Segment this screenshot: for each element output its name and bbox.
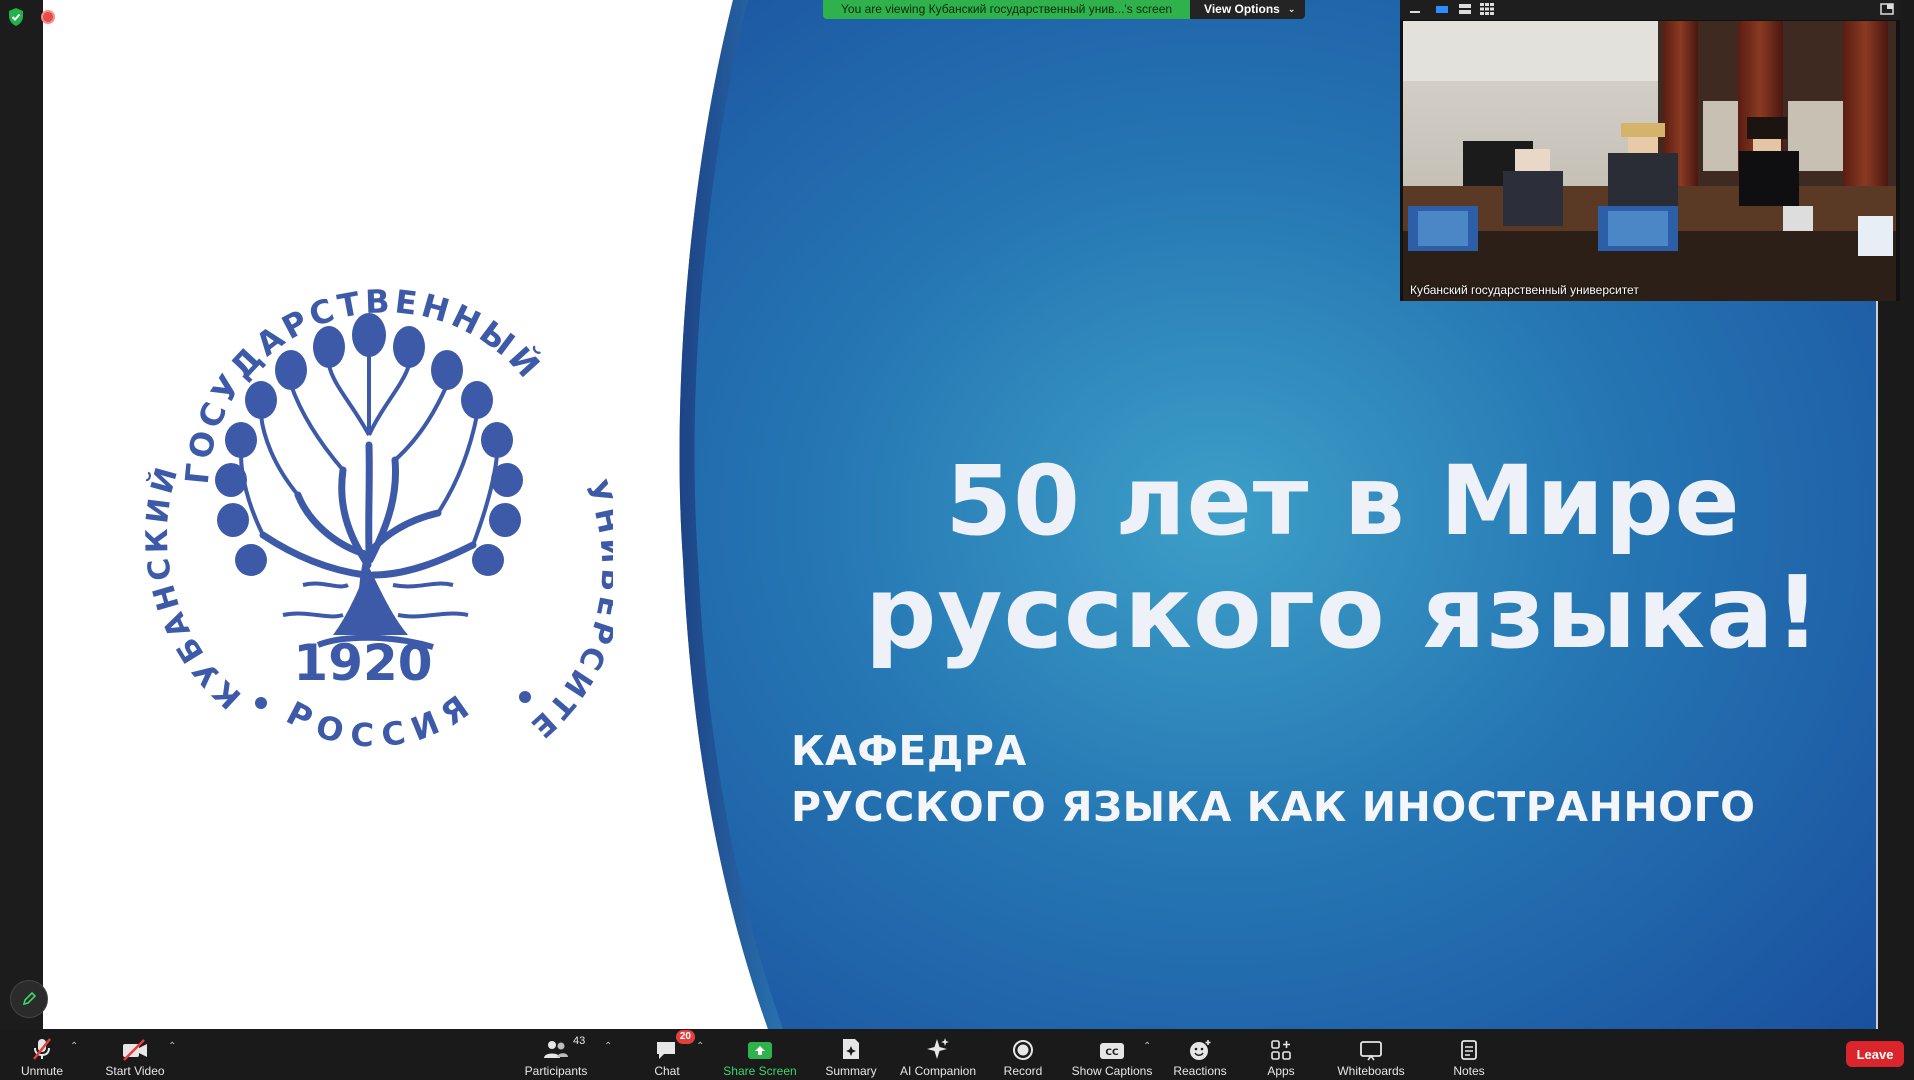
summary-button[interactable]: Summary	[819, 1029, 883, 1080]
leave-button[interactable]: Leave	[1846, 1041, 1904, 1067]
show-captions-button[interactable]: CC Show Captions	[1070, 1029, 1154, 1080]
show-captions-label: Show Captions	[1071, 1064, 1153, 1078]
summary-label: Summary	[825, 1064, 877, 1078]
slide-subtitle-line1: КАФЕДРА	[791, 727, 1027, 775]
participant-name-label: Кубанский государственный университет	[1410, 283, 1639, 297]
share-screen-label: Share Screen	[723, 1064, 797, 1078]
view-options-button[interactable]: View Options ⌄	[1190, 0, 1306, 19]
speaker-view-icon[interactable]	[1435, 3, 1449, 15]
notes-icon	[1461, 1040, 1477, 1060]
apps-label: Apps	[1267, 1064, 1295, 1078]
whiteboards-button[interactable]: Whiteboards	[1331, 1029, 1411, 1080]
start-video-button[interactable]: Start Video	[100, 1029, 170, 1080]
microphone-muted-icon	[33, 1038, 51, 1060]
ai-companion-label: AI Companion	[899, 1064, 977, 1078]
captions-caret-icon[interactable]: ⌃	[1143, 1041, 1151, 1052]
start-video-label: Start Video	[105, 1064, 165, 1078]
participants-icon	[544, 1041, 568, 1058]
left-side-strip	[0, 0, 43, 1029]
unmute-label: Unmute	[20, 1064, 64, 1078]
reactions-button[interactable]: Reactions	[1170, 1029, 1230, 1080]
security-shield-icon[interactable]	[8, 8, 24, 26]
slide-subtitle-line2: РУССКОГО ЯЗЫКА КАК ИНОСТРАННОГО	[791, 783, 1756, 831]
reactions-smiley-icon	[1190, 1040, 1211, 1060]
ai-sparkle-icon	[927, 1038, 949, 1059]
logo-bottom-text: РОССИЯ	[280, 683, 484, 755]
chat-unread-badge: 20	[675, 1030, 695, 1044]
meeting-toolbar: Unmute ⌃ Start Video ⌃ 43 Participants ⌃…	[0, 1029, 1914, 1080]
strip-view-icon[interactable]	[1458, 3, 1472, 15]
exit-panel-icon[interactable]	[1880, 3, 1894, 15]
participants-label: Participants	[524, 1064, 588, 1078]
annotate-pencil-button[interactable]	[10, 980, 48, 1018]
participants-caret-icon[interactable]: ⌃	[604, 1041, 612, 1052]
record-label: Record	[1003, 1064, 1043, 1078]
notes-button[interactable]: Notes	[1450, 1029, 1488, 1080]
leave-label: Leave	[1856, 1046, 1894, 1062]
audio-options-caret-icon[interactable]: ⌃	[70, 1041, 78, 1052]
chevron-down-icon: ⌄	[1287, 4, 1296, 14]
apps-button[interactable]: Apps	[1264, 1029, 1298, 1080]
whiteboard-icon	[1360, 1041, 1382, 1061]
slide-title-line1: 50 лет в Мире	[945, 445, 1741, 557]
reactions-label: Reactions	[1173, 1064, 1227, 1078]
share-screen-icon	[748, 1042, 772, 1059]
video-panel: Кубанский государственный университет	[1400, 0, 1900, 301]
record-icon	[1013, 1040, 1033, 1060]
participants-button[interactable]: 43 Participants	[523, 1029, 589, 1080]
participant-video-tile[interactable]: Кубанский государственный университет	[1403, 21, 1896, 301]
slide-subtitle: КАФЕДРА РУССКОГО ЯЗЫКА КАК ИНОСТРАННОГО	[791, 723, 1755, 835]
apps-grid-icon	[1271, 1040, 1291, 1060]
record-button[interactable]: Record	[1001, 1029, 1045, 1080]
university-logo: ГОСУДАРСТВЕННЫЙ УНИВЕРСИТЕТ КУБАНСКИЙ РО…	[121, 258, 626, 765]
video-camera-off-icon	[123, 1039, 147, 1061]
whiteboards-label: Whiteboards	[1337, 1064, 1405, 1078]
zoom-meeting-window: ГОСУДАРСТВЕННЫЙ УНИВЕРСИТЕТ КУБАНСКИЙ РО…	[0, 0, 1914, 1080]
slide-title: 50 лет в Мире русского языка!	[743, 445, 1878, 669]
logo-left-text: КУБАНСКИЙ	[140, 460, 248, 715]
closed-captions-icon: CC	[1100, 1043, 1124, 1059]
participants-count: 43	[573, 1035, 586, 1047]
chat-bubble-icon	[657, 1042, 675, 1059]
recording-indicator-icon	[41, 10, 55, 24]
video-feed-image	[1403, 21, 1896, 301]
unmute-button[interactable]: Unmute	[14, 1029, 70, 1080]
pencil-icon	[22, 991, 37, 1006]
cc-glyph: CC	[1105, 1048, 1119, 1058]
share-banner-message: You are viewing Кубанский государственны…	[823, 0, 1191, 19]
screen-share-banner: You are viewing Кубанский государственны…	[823, 0, 1306, 20]
video-panel-toolbar	[1400, 0, 1900, 20]
share-screen-button[interactable]: Share Screen	[722, 1029, 798, 1080]
view-options-label: View Options	[1204, 2, 1280, 16]
ai-companion-button[interactable]: AI Companion	[896, 1029, 980, 1080]
gallery-view-icon[interactable]	[1480, 3, 1494, 15]
chat-button[interactable]: 20 Chat	[648, 1029, 695, 1080]
slide-title-line2: русского языка!	[864, 554, 1822, 671]
chat-caret-icon[interactable]: ⌃	[696, 1041, 704, 1052]
video-options-caret-icon[interactable]: ⌃	[168, 1041, 176, 1052]
chat-label: Chat	[654, 1064, 680, 1078]
summary-document-icon	[843, 1039, 859, 1059]
minimize-icon[interactable]	[1408, 3, 1422, 15]
notes-label: Notes	[1453, 1064, 1485, 1078]
